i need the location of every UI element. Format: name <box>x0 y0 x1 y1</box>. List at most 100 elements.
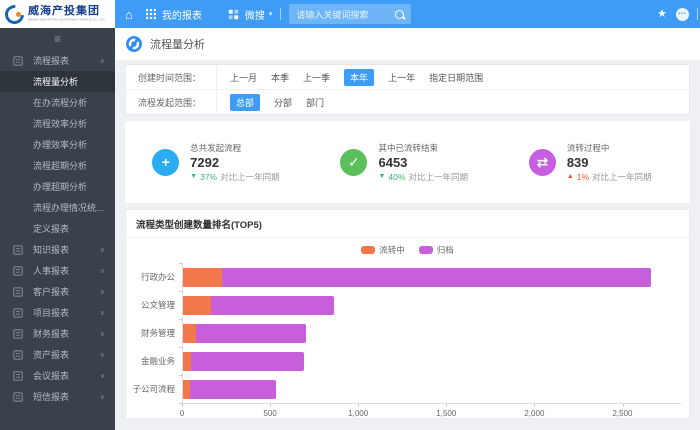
sidebar-group[interactable]: 流程报表∧ <box>0 50 115 71</box>
sidebar-item[interactable]: 定义报表 <box>0 218 115 239</box>
filter-option[interactable]: 上一季 <box>303 71 330 84</box>
bar-segment-archived[interactable] <box>191 352 304 371</box>
stat-value: 6453 <box>378 156 474 169</box>
logo-dot <box>16 12 21 17</box>
sidebar-group[interactable]: 项目报表 ∨ <box>0 302 115 323</box>
chart-title: 流程类型创建数量排名(TOP5) <box>126 210 689 238</box>
sidebar-item-label: 财务报表 <box>33 327 69 340</box>
report-icon <box>13 266 23 276</box>
pie-chart-icon <box>126 36 142 52</box>
legend-item[interactable]: 流转中 <box>361 244 405 256</box>
stat-block: ✓其中已流转结束6453▼40%对比上一年同期 <box>313 142 501 183</box>
sidebar-item[interactable]: 办理超期分析 <box>0 176 115 197</box>
bar-segment-archived[interactable] <box>222 268 651 287</box>
sidebar-group[interactable]: 客户报表∨ <box>0 281 115 302</box>
stat-label: 流转过程中 <box>567 142 663 154</box>
sidebar-item-label: 流程超期分析 <box>33 159 87 172</box>
sidebar-item[interactable]: 流程办理情况统... <box>0 197 115 218</box>
category-label: 行政办公 <box>141 271 183 283</box>
chevron-down-icon: ∨ <box>100 372 105 380</box>
sidebar-item[interactable]: 流程效率分析 <box>0 113 115 134</box>
trend-percent: 37% <box>200 172 217 182</box>
sidebar-group[interactable]: 人事报表∨ <box>0 260 115 281</box>
sidebar-item-label: 短信报表 <box>33 390 69 403</box>
chart-row: 子公司流程 <box>183 375 681 403</box>
search-input[interactable]: 请输入关键词搜索 <box>289 4 411 24</box>
refresh-icon: ⇄ <box>529 149 556 176</box>
bar-segment-archived[interactable] <box>211 296 334 315</box>
x-axis-tick-label: 500 <box>263 409 276 418</box>
sidebar-item[interactable]: 流程量分析 <box>0 71 115 92</box>
apps-grid-icon[interactable] <box>146 9 156 19</box>
more-icon[interactable]: ••• <box>676 8 689 21</box>
legend-label: 流转中 <box>379 244 405 256</box>
report-icon <box>13 245 23 255</box>
filter-option[interactable]: 部门 <box>306 96 324 109</box>
chevron-down-icon[interactable]: ▾ <box>269 10 273 18</box>
wesearch-module-icon[interactable] <box>228 9 239 20</box>
chevron-down-icon: ∨ <box>100 309 105 317</box>
filter-option[interactable]: 分部 <box>274 96 292 109</box>
sidebar-item[interactable]: 在办流程分析 <box>0 92 115 113</box>
filter-option[interactable]: 指定日期范围 <box>429 71 483 84</box>
sidebar-item-label: 流程量分析 <box>33 75 78 88</box>
sidebar-item[interactable]: 流程超期分析 <box>0 155 115 176</box>
top-nav: ⌂ 我的报表 微搜 ▾ 请输入关键词搜索 ★ ••• <box>115 0 700 28</box>
chart-row: 公文管理 <box>183 291 681 319</box>
category-label: 公文管理 <box>141 299 183 311</box>
x-axis-tick <box>446 404 447 407</box>
filter-option[interactable]: 总部 <box>230 94 260 111</box>
wesearch-label[interactable]: 微搜 <box>245 7 265 22</box>
chart-plot: 行政办公公文管理财务管理金融业务子公司流程 05001,0001,5002,00… <box>126 263 689 423</box>
home-icon[interactable]: ⌂ <box>125 8 133 21</box>
sidebar-group[interactable]: 会议报表∨ <box>0 365 115 386</box>
stacked-bar[interactable] <box>183 324 681 343</box>
filter-option[interactable]: 本年 <box>344 69 374 86</box>
bar-segment-active[interactable] <box>183 268 222 287</box>
sidebar-group[interactable]: 财务报表∨ <box>0 323 115 344</box>
bar-segment-archived[interactable] <box>190 380 277 399</box>
chevron-down-icon: ∨ <box>100 393 105 401</box>
sidebar-group[interactable]: 短信报表 ∨ <box>0 386 115 407</box>
chart-row: 金融业务 <box>183 347 681 375</box>
stacked-bar[interactable] <box>183 296 681 315</box>
search-icon[interactable] <box>395 10 404 19</box>
stats-panel: +总共发起流程7292▼37%对比上一年同期✓其中已流转结束6453▼40%对比… <box>125 121 690 203</box>
star-icon[interactable]: ★ <box>657 9 667 20</box>
bar-segment-active[interactable] <box>183 324 196 343</box>
x-axis-tick-label: 1,000 <box>348 409 368 418</box>
stat-trend: ▼37%对比上一年同期 <box>190 171 286 183</box>
stat-texts: 其中已流转结束6453▼40%对比上一年同期 <box>378 142 474 183</box>
sidebar: ≡ 流程报表∧ 流程量分析在办流程分析流程效率分析办理效率分析流程超期分析办理超期… <box>0 28 115 430</box>
sidebar-group[interactable]: 知识报表∨ <box>0 239 115 260</box>
nav-right-actions: ★ ••• <box>657 0 698 28</box>
category-axis-tick <box>179 263 183 264</box>
chevron-down-icon: ∨ <box>100 267 105 275</box>
sidebar-item[interactable]: 办理效率分析 <box>0 134 115 155</box>
x-axis-tick <box>358 404 359 407</box>
chart-panel: 流程类型创建数量排名(TOP5) 流转中归档 行政办公公文管理财务管理金融业务子… <box>125 209 690 419</box>
sidebar-group[interactable]: 资产报表∨ <box>0 344 115 365</box>
stacked-bar[interactable] <box>183 268 681 287</box>
filter-option[interactable]: 本季 <box>271 71 289 84</box>
bar-segment-active[interactable] <box>183 380 190 399</box>
report-icon <box>13 56 23 66</box>
collapse-menu-icon[interactable]: ≡ <box>54 33 61 45</box>
legend-item[interactable]: 归档 <box>419 244 454 256</box>
stat-texts: 总共发起流程7292▼37%对比上一年同期 <box>190 142 286 183</box>
trend-down-icon: ▼ <box>378 173 385 180</box>
nav-my-reports[interactable]: 我的报表 <box>162 7 202 22</box>
stat-value: 7292 <box>190 156 286 169</box>
category-axis-tick <box>179 319 183 320</box>
filter-option[interactable]: 上一月 <box>230 71 257 84</box>
stacked-bar[interactable] <box>183 352 681 371</box>
chart-legend: 流转中 归档 <box>126 245 689 255</box>
x-axis-tick-label: 2,000 <box>524 409 544 418</box>
filter-option[interactable]: 上一年 <box>388 71 415 84</box>
page-header: 流程量分析 <box>115 28 700 60</box>
bar-segment-active[interactable] <box>183 352 191 371</box>
bar-segment-active[interactable] <box>183 296 211 315</box>
stacked-bar[interactable] <box>183 380 681 399</box>
sidebar-item-label: 项目报表 <box>33 306 69 319</box>
bar-segment-archived[interactable] <box>196 324 306 343</box>
